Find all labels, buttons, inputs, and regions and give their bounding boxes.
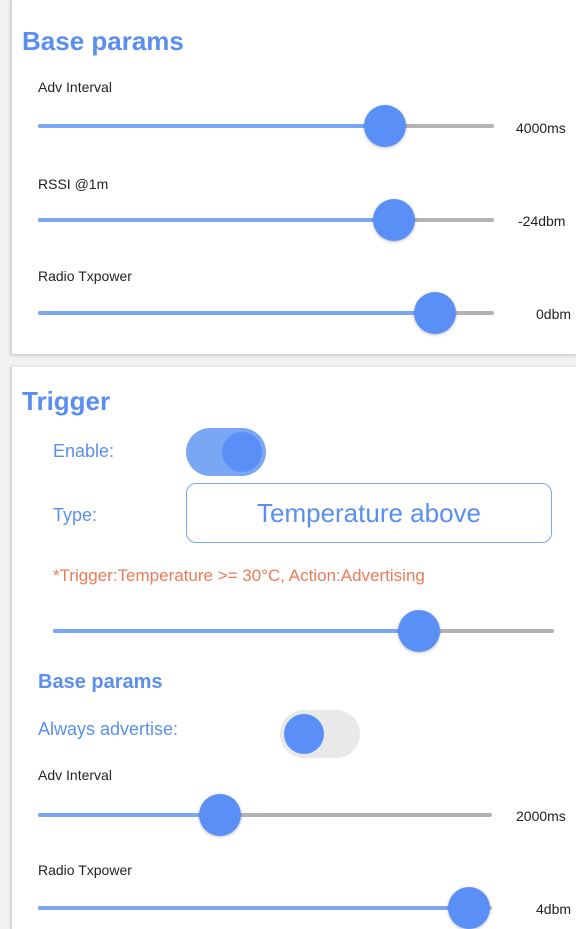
slider-thumb[interactable]	[363, 105, 406, 147]
slider-thumb[interactable]	[397, 610, 440, 652]
radio-txpower-slider[interactable]	[38, 291, 494, 335]
trigger-radio-txpower-label: Radio Txpower	[38, 862, 132, 878]
trigger-adv-interval-label: Adv Interval	[38, 767, 112, 783]
enable-toggle[interactable]	[186, 428, 266, 476]
rssi-value: -24dbm	[518, 213, 566, 229]
slider-fill	[38, 906, 470, 910]
base-params-card: Base params Adv Interval 4000ms RSSI @1m…	[10, 0, 576, 354]
trigger-radio-txpower-slider[interactable]	[38, 886, 492, 929]
toggle-knob	[222, 432, 262, 472]
slider-thumb[interactable]	[198, 794, 241, 836]
adv-interval-value: 4000ms	[516, 120, 566, 136]
slider-thumb[interactable]	[448, 887, 491, 929]
rssi-label: RSSI @1m	[38, 176, 109, 192]
trigger-base-params-title: Base params	[38, 671, 163, 693]
enable-label: Enable:	[53, 441, 115, 461]
radio-txpower-label: Radio Txpower	[38, 268, 132, 284]
trigger-threshold-slider[interactable]	[53, 609, 554, 653]
trigger-title: Trigger	[22, 386, 111, 416]
slider-thumb[interactable]	[372, 199, 415, 241]
trigger-radio-txpower-value: 4dbm	[536, 901, 572, 917]
trigger-adv-interval-slider[interactable]	[38, 793, 492, 837]
trigger-adv-interval-value: 2000ms	[516, 808, 566, 824]
rssi-slider[interactable]	[38, 198, 494, 242]
base-params-title: Base params	[22, 26, 184, 56]
always-advertise-label: Always advertise:	[38, 719, 179, 739]
slider-fill	[53, 629, 419, 633]
adv-interval-label: Adv Interval	[38, 79, 112, 95]
trigger-type-select[interactable]: Temperature above	[186, 483, 552, 543]
slider-thumb[interactable]	[413, 292, 456, 334]
toggle-knob	[284, 714, 324, 754]
always-advertise-toggle[interactable]	[280, 710, 360, 758]
slider-fill	[38, 218, 394, 222]
trigger-condition-note: *Trigger:Temperature >= 30°C, Action:Adv…	[53, 566, 425, 585]
type-label: Type:	[53, 505, 98, 525]
slider-fill	[38, 813, 220, 817]
adv-interval-slider[interactable]	[38, 104, 494, 148]
app-screen: Base params Adv Interval 4000ms RSSI @1m…	[0, 0, 576, 929]
slider-fill	[38, 311, 435, 315]
radio-txpower-value: 0dbm	[536, 306, 572, 322]
slider-fill	[38, 124, 385, 128]
